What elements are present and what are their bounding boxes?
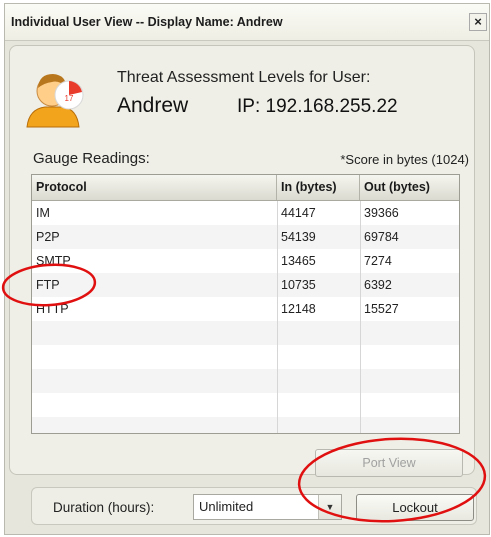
table-row[interactable]: FTP 10735 6392 [32,273,459,297]
protocol-cell: SMTP [36,254,71,268]
empty-row [32,393,459,417]
lockout-button[interactable]: Lockout [356,494,474,521]
table-row[interactable]: IM 44147 39366 [32,201,459,225]
window-title: Individual User View -- Display Name: An… [11,15,283,29]
chevron-down-icon[interactable]: ▼ [318,495,341,519]
out-bytes-cell: 7274 [364,254,392,268]
protocol-cell: HTTP [36,302,69,316]
out-bytes-cell: 15527 [364,302,399,316]
empty-row [32,417,459,433]
duration-select[interactable]: Unlimited ▼ [193,494,342,520]
empty-row [32,321,459,345]
score-note: *Score in bytes (1024) [340,152,469,167]
table-row[interactable]: P2P 54139 69784 [32,225,459,249]
empty-row [32,345,459,369]
close-button[interactable]: × [469,13,487,31]
user-avatar-icon: 17 [26,74,84,128]
empty-row [32,369,459,393]
out-bytes-cell: 39366 [364,206,399,220]
table-row[interactable]: SMTP 13465 7274 [32,249,459,273]
column-header-out-bytes[interactable]: Out (bytes) [360,175,459,200]
protocol-table: Protocol In (bytes) Out (bytes) IM 44147… [31,174,460,434]
protocol-cell: FTP [36,278,60,292]
table-header: Protocol In (bytes) Out (bytes) [32,175,459,201]
column-divider [360,201,361,433]
in-bytes-cell: 54139 [281,230,316,244]
avatar-badge: 17 [65,94,74,103]
duration-value: Unlimited [199,499,254,514]
ip-address: IP: 192.168.255.22 [237,96,398,117]
title-bar: Individual User View -- Display Name: An… [5,4,489,41]
protocol-cell: IM [36,206,50,220]
protocol-cell: P2P [36,230,60,244]
column-header-in-bytes[interactable]: In (bytes) [277,175,360,200]
out-bytes-cell: 69784 [364,230,399,244]
out-bytes-cell: 6392 [364,278,392,292]
column-divider [277,201,278,433]
user-name: Andrew [117,94,189,117]
table-row[interactable]: HTTP 12148 15527 [32,297,459,321]
port-view-button[interactable]: Port View [315,449,463,477]
duration-label: Duration (hours): [53,500,155,515]
in-bytes-cell: 44147 [281,206,316,220]
in-bytes-cell: 12148 [281,302,316,316]
in-bytes-cell: 13465 [281,254,316,268]
column-header-protocol[interactable]: Protocol [32,175,277,200]
gauge-readings-label: Gauge Readings: [33,150,150,167]
threat-assessment-label: Threat Assessment Levels for User: [117,69,371,86]
in-bytes-cell: 10735 [281,278,316,292]
